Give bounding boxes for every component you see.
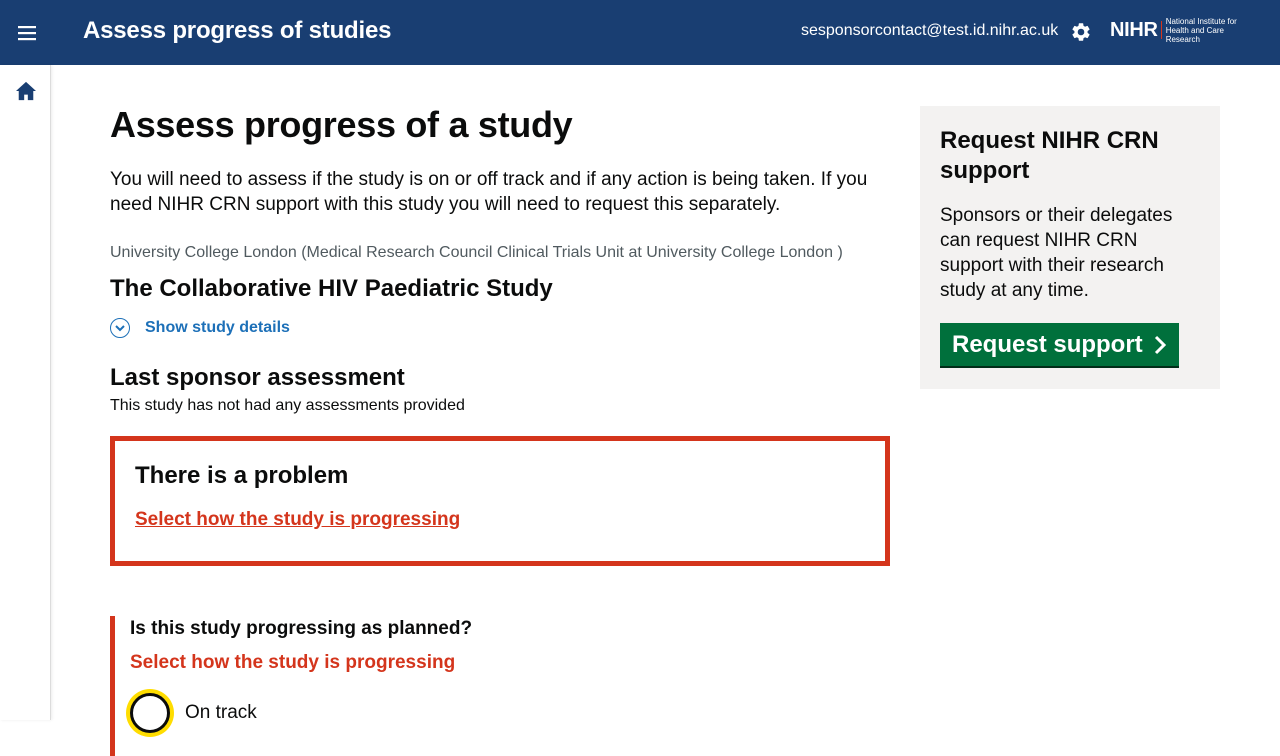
- nihr-logo: NIHR National Institute for Health and C…: [1110, 16, 1256, 44]
- question-error-message: Select how the study is progressing: [130, 652, 456, 673]
- chevron-down-icon: [110, 318, 130, 338]
- support-panel-text: Sponsors or their delegates can request …: [940, 205, 1173, 301]
- side-navigation: [0, 65, 51, 720]
- radio-label-on-track: On track: [185, 702, 257, 723]
- show-study-details-toggle[interactable]: Show study details: [110, 316, 900, 340]
- request-support-button[interactable]: Request support: [940, 323, 1179, 366]
- app-header: Assess progress of studies sesponsorcont…: [0, 0, 1280, 65]
- support-panel-heading: Request NIHR CRN support: [940, 127, 1159, 184]
- error-summary-link[interactable]: Select how the study is progressing: [135, 509, 460, 531]
- error-summary: There is a problem Select how the study …: [110, 436, 890, 566]
- page-title: Assess progress of a study: [110, 104, 573, 145]
- logo-text: National Institute for Health and Care R…: [1165, 16, 1237, 44]
- error-summary-title: There is a problem: [135, 462, 349, 489]
- menu-icon: [18, 26, 36, 41]
- support-panel: Request NIHR CRN support Sponsors or the…: [920, 106, 1220, 389]
- main-content: Assess progress of a study You will need…: [110, 100, 900, 756]
- radio-on-track[interactable]: [130, 693, 170, 733]
- user-email: sesponsorcontact@test.id.nihr.ac.uk: [801, 22, 1059, 39]
- gear-icon: [1072, 23, 1090, 41]
- show-study-details-label: Show study details: [145, 319, 290, 336]
- home-icon: [16, 81, 36, 101]
- last-assessment-heading: Last sponsor assessment: [110, 364, 405, 391]
- intro-text: You will need to assess if the study is …: [110, 169, 868, 215]
- question-legend: Is this study progressing as planned?: [130, 618, 473, 639]
- logo-divider: [1160, 21, 1162, 39]
- radio-option-on-track[interactable]: On track: [130, 693, 900, 733]
- settings-button[interactable]: [1068, 19, 1094, 45]
- app-title: Assess progress of studies: [83, 17, 392, 44]
- chevron-right-icon: [1153, 335, 1167, 355]
- study-title: The Collaborative HIV Paediatric Study: [110, 275, 553, 302]
- home-button[interactable]: [13, 79, 39, 103]
- menu-button[interactable]: [10, 16, 44, 50]
- request-support-label: Request support: [952, 331, 1143, 358]
- organisation-name: University College London (Medical Resea…: [110, 244, 843, 261]
- last-assessment-text: This study has not had any assessments p…: [110, 397, 465, 414]
- progress-question-group: Is this study progressing as planned? Se…: [110, 616, 900, 756]
- logo-mark: NIHR: [1110, 18, 1158, 41]
